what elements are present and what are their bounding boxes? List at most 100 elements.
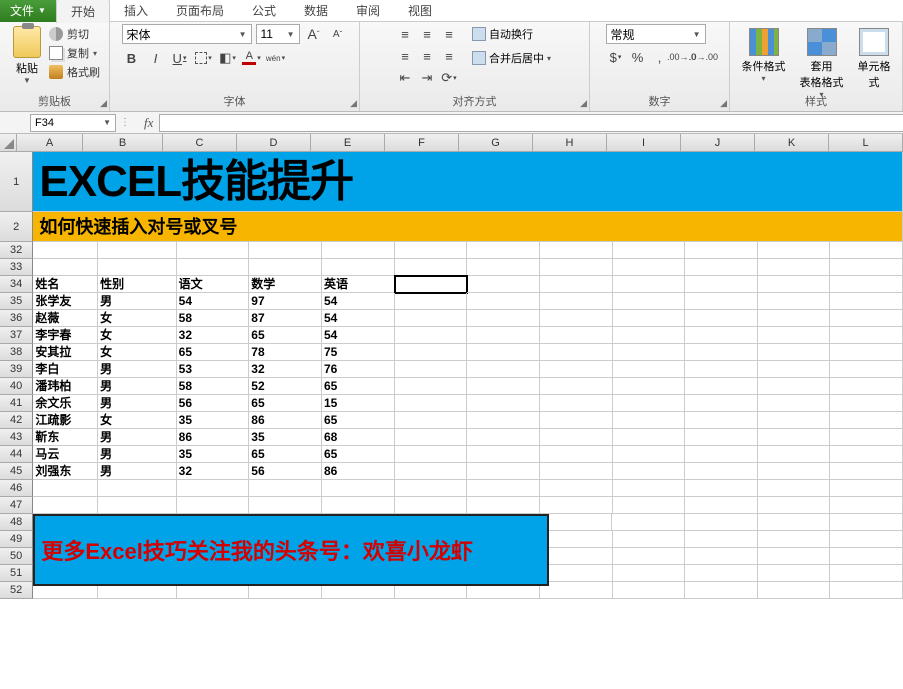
cell[interactable]: 86 — [249, 412, 322, 429]
column-header[interactable]: C — [163, 134, 237, 151]
cell[interactable] — [830, 327, 903, 344]
cell[interactable] — [249, 497, 322, 514]
cell[interactable] — [467, 310, 540, 327]
cell[interactable] — [830, 514, 903, 531]
cell[interactable] — [395, 310, 468, 327]
cell[interactable] — [613, 361, 686, 378]
cell[interactable]: 87 — [249, 310, 322, 327]
cell[interactable] — [540, 344, 613, 361]
cell[interactable]: 数学 — [249, 276, 322, 293]
decrease-decimal-button[interactable]: .0→.00 — [694, 47, 714, 67]
cell[interactable] — [758, 293, 831, 310]
cell[interactable] — [830, 361, 903, 378]
cell[interactable]: 86 — [322, 463, 395, 480]
cell[interactable]: 潘玮柏 — [33, 378, 98, 395]
column-header[interactable]: K — [755, 134, 829, 151]
cell[interactable] — [322, 497, 395, 514]
cell[interactable] — [758, 276, 831, 293]
cell[interactable] — [685, 429, 758, 446]
column-header[interactable]: B — [83, 134, 163, 151]
cell[interactable] — [467, 327, 540, 344]
formula-input[interactable] — [159, 114, 903, 132]
cell[interactable] — [540, 548, 613, 565]
cell[interactable] — [613, 531, 686, 548]
cell[interactable] — [685, 514, 758, 531]
cell[interactable] — [613, 276, 686, 293]
cell[interactable] — [685, 344, 758, 361]
row-header[interactable]: 39 — [0, 361, 33, 378]
cell[interactable] — [758, 327, 831, 344]
decrease-font-button[interactable] — [328, 24, 348, 44]
cell[interactable] — [467, 344, 540, 361]
title-cell[interactable]: EXCEL技能提升 — [33, 152, 903, 212]
cell[interactable]: 男 — [98, 446, 177, 463]
cell[interactable] — [685, 582, 758, 599]
cell[interactable] — [830, 293, 903, 310]
cell[interactable] — [685, 276, 758, 293]
cell[interactable]: 32 — [177, 327, 250, 344]
cell[interactable] — [830, 310, 903, 327]
cell[interactable] — [685, 259, 758, 276]
cell[interactable]: 张学友 — [33, 293, 98, 310]
cell[interactable] — [540, 463, 613, 480]
row-header[interactable]: 2 — [0, 212, 33, 242]
column-header[interactable]: L — [829, 134, 903, 151]
cell[interactable] — [98, 480, 177, 497]
ribbon-tab-5[interactable]: 审阅 — [342, 0, 394, 23]
cell[interactable]: 35 — [177, 412, 250, 429]
ribbon-tab-1[interactable]: 插入 — [110, 0, 162, 23]
row-header[interactable]: 47 — [0, 497, 33, 514]
row-header[interactable]: 40 — [0, 378, 33, 395]
ribbon-tab-0[interactable]: 开始 — [56, 0, 110, 23]
cell[interactable] — [830, 548, 903, 565]
cell[interactable] — [830, 582, 903, 599]
cell[interactable] — [177, 242, 250, 259]
copy-button[interactable]: 复制▾ — [49, 45, 100, 61]
cell[interactable] — [177, 259, 250, 276]
ribbon-tab-4[interactable]: 数据 — [290, 0, 342, 23]
cell[interactable] — [467, 497, 540, 514]
cell[interactable] — [467, 395, 540, 412]
format-as-table-button[interactable]: 套用 表格格式 ▾ — [800, 28, 844, 99]
cell[interactable] — [758, 259, 831, 276]
column-header[interactable]: H — [533, 134, 607, 151]
cell[interactable] — [613, 582, 686, 599]
row-header[interactable]: 44 — [0, 446, 33, 463]
cell[interactable] — [249, 242, 322, 259]
file-tab[interactable]: 文件 ▼ — [0, 0, 56, 22]
bold-button[interactable]: B — [122, 48, 142, 68]
ribbon-tab-2[interactable]: 页面布局 — [162, 0, 238, 23]
cell[interactable] — [467, 378, 540, 395]
cell[interactable] — [613, 395, 686, 412]
row-header[interactable]: 50 — [0, 548, 33, 565]
row-header[interactable]: 38 — [0, 344, 33, 361]
cell[interactable]: 赵薇 — [33, 310, 98, 327]
cell[interactable] — [98, 242, 177, 259]
cell[interactable] — [830, 497, 903, 514]
percent-format-button[interactable]: % — [628, 47, 648, 67]
cell[interactable] — [322, 259, 395, 276]
italic-button[interactable]: I — [146, 48, 166, 68]
row-header[interactable]: 34 — [0, 276, 33, 293]
row-header[interactable]: 52 — [0, 582, 33, 599]
cell[interactable] — [758, 344, 831, 361]
column-header[interactable]: F — [385, 134, 459, 151]
cell[interactable] — [758, 497, 831, 514]
cell[interactable] — [685, 310, 758, 327]
cell[interactable] — [613, 293, 686, 310]
row-header[interactable]: 49 — [0, 531, 33, 548]
cell[interactable] — [249, 480, 322, 497]
cell[interactable] — [613, 259, 686, 276]
cell[interactable] — [830, 429, 903, 446]
cell[interactable]: 女 — [98, 412, 177, 429]
cell[interactable] — [758, 548, 831, 565]
cell[interactable] — [540, 310, 613, 327]
cell[interactable] — [612, 514, 685, 531]
cell[interactable]: 英语 — [322, 276, 395, 293]
cell[interactable]: 65 — [322, 378, 395, 395]
cell[interactable] — [540, 276, 613, 293]
cell[interactable] — [613, 378, 686, 395]
cell[interactable]: 52 — [249, 378, 322, 395]
cell[interactable] — [395, 276, 468, 293]
cell[interactable] — [177, 480, 250, 497]
